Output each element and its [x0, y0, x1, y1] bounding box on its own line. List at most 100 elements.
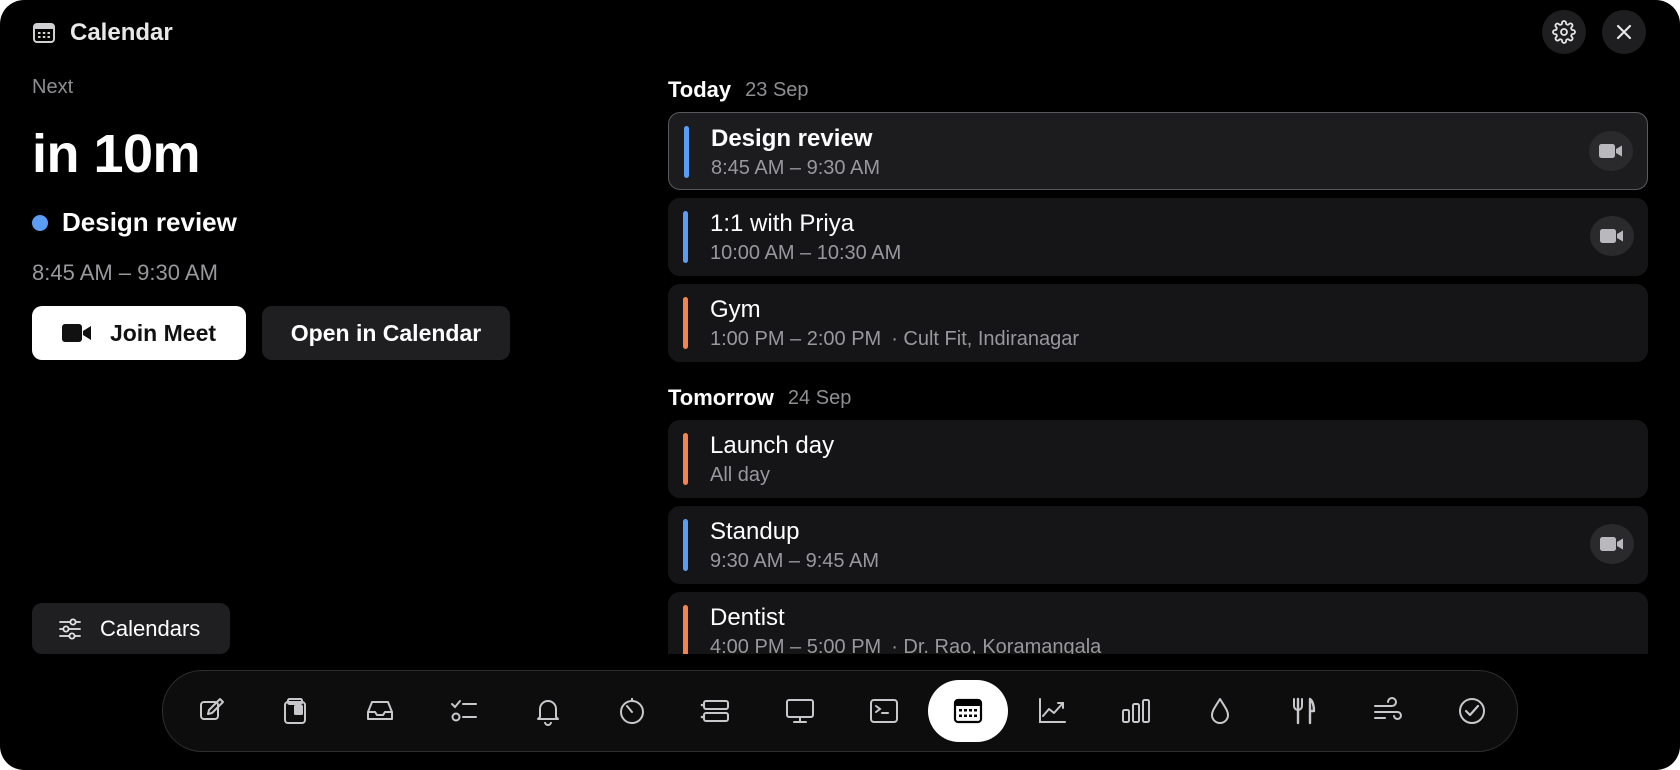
close-icon — [1614, 22, 1634, 42]
fork-knife-icon — [1288, 695, 1320, 727]
dock-item-calendar[interactable] — [928, 680, 1008, 742]
video-camera-icon — [1599, 143, 1623, 159]
join-video-button[interactable] — [1590, 524, 1634, 564]
open-in-calendar-button[interactable]: Open in Calendar — [262, 306, 510, 360]
next-event-name: Design review — [62, 207, 237, 237]
tomorrow-events: Launch day All day Standup 9:30 AM – 9:45 A… — [668, 420, 1648, 654]
event-title: Dentist — [710, 604, 785, 631]
dock-item-bar-chart[interactable] — [1096, 680, 1176, 742]
today-events: Design review 8:45 AM – 9:30 AM 1:1 with P… — [668, 112, 1648, 362]
event-color-bar — [683, 519, 688, 571]
bell-icon — [532, 695, 564, 727]
compose-icon — [196, 695, 228, 727]
next-event-panel: Next in 10m Design review 8:45 AM – 9:30… — [32, 76, 592, 360]
event-time: 9:30 AM – 9:45 AM — [710, 550, 879, 573]
countdown: in 10m — [32, 124, 201, 184]
settings-button[interactable] — [1542, 10, 1586, 54]
dock-item-check-circle[interactable] — [1432, 680, 1512, 742]
dock-item-stocks-chart[interactable] — [1012, 680, 1092, 742]
event-card[interactable]: 1:1 with Priya 10:00 AM – 10:30 AM — [668, 198, 1648, 276]
calendar-icon — [952, 695, 984, 727]
dock-item-timer[interactable] — [592, 680, 672, 742]
join-video-button[interactable] — [1590, 216, 1634, 256]
day-header-today: Today 23 Sep — [668, 76, 1648, 104]
dock-item-fork-knife[interactable] — [1264, 680, 1344, 742]
dock-item-clipboard[interactable] — [256, 680, 336, 742]
check-circle-icon — [1456, 695, 1488, 727]
inbox-icon — [364, 695, 396, 727]
day-label: Today — [668, 77, 732, 102]
event-card[interactable]: Gym 1:00 PM – 2:00 PM · Cult Fit, Indirana… — [668, 284, 1648, 362]
sliders-icon — [58, 618, 82, 640]
event-card[interactable]: Launch day All day — [668, 420, 1648, 498]
event-card[interactable]: Design review 8:45 AM – 9:30 AM — [668, 112, 1648, 190]
dock-item-water-drop[interactable] — [1180, 680, 1260, 742]
dock-item-inbox[interactable] — [340, 680, 420, 742]
timer-icon — [616, 695, 648, 727]
title-bar: Calendar — [32, 18, 173, 48]
event-time-range: 1:00 PM – 2:00 PM — [710, 328, 882, 350]
calendars-button[interactable]: Calendars — [32, 603, 230, 654]
dock-item-compose[interactable] — [172, 680, 252, 742]
close-button[interactable] — [1602, 10, 1646, 54]
event-title: Design review — [711, 125, 873, 152]
day-header-tomorrow: Tomorrow 24 Sep — [668, 384, 1648, 412]
dock-item-list[interactable] — [676, 680, 756, 742]
event-color-bar — [683, 211, 688, 263]
checklist-icon — [448, 695, 480, 727]
next-event-time: 8:45 AM – 9:30 AM — [32, 260, 218, 285]
next-event: Design review — [32, 207, 592, 238]
event-location: · Cult Fit, Indiranagar — [891, 328, 1080, 350]
video-camera-icon — [1600, 228, 1624, 244]
dock-item-checklist[interactable] — [424, 680, 504, 742]
dock-item-monitor[interactable] — [760, 680, 840, 742]
app-title: Calendar — [70, 19, 173, 46]
event-color-bar — [684, 126, 689, 178]
dock-item-wind[interactable] — [1348, 680, 1428, 742]
calendar-window: Calendar Next in 10m Design review 8:45 … — [0, 0, 1680, 770]
agenda-list[interactable]: Today 23 Sep Design review 8:45 AM – 9:30… — [668, 76, 1648, 654]
gear-icon — [1552, 20, 1576, 44]
event-location: · Dr. Rao, Koramangala — [891, 636, 1102, 654]
clipboard-icon — [280, 695, 312, 727]
event-time: 1:00 PM – 2:00 PM · Cult Fit, Indiranagar — [710, 328, 1079, 351]
calendars-label: Calendars — [100, 615, 201, 641]
video-camera-icon — [61, 323, 92, 343]
event-time-range: 9:30 AM – 9:45 AM — [710, 550, 879, 572]
event-card[interactable]: Standup 9:30 AM – 9:45 AM — [668, 506, 1648, 584]
day-date: 24 Sep — [787, 386, 852, 409]
next-event-actions: Join Meet Open in Calendar — [32, 306, 592, 360]
event-time-range: All day — [710, 464, 771, 486]
terminal-icon — [868, 695, 900, 727]
list-icon — [700, 695, 732, 727]
event-title: Launch day — [710, 432, 835, 459]
water-drop-icon — [1204, 695, 1236, 727]
calendar-icon — [32, 22, 56, 44]
event-color-bar — [683, 605, 688, 654]
join-meet-button[interactable]: Join Meet — [32, 306, 246, 360]
event-time: 4:00 PM – 5:00 PM · Dr. Rao, Koramangala — [710, 636, 1101, 654]
event-card[interactable]: Dentist 4:00 PM – 5:00 PM · Dr. Rao, Koram… — [668, 592, 1648, 654]
join-video-button[interactable] — [1589, 131, 1633, 171]
stocks-chart-icon — [1036, 695, 1068, 727]
event-time: 8:45 AM – 9:30 AM — [711, 157, 880, 180]
app-dock — [162, 670, 1518, 752]
video-camera-icon — [1600, 536, 1624, 552]
event-time-range: 10:00 AM – 10:30 AM — [710, 242, 902, 264]
event-title: 1:1 with Priya — [710, 210, 855, 237]
event-time-range: 8:45 AM – 9:30 AM — [711, 157, 880, 179]
wind-icon — [1372, 695, 1404, 727]
event-time: All day — [710, 464, 770, 487]
dock-item-terminal[interactable] — [844, 680, 924, 742]
event-color-bar — [683, 297, 688, 349]
monitor-icon — [784, 695, 816, 727]
day-label: Tomorrow — [668, 385, 774, 410]
event-time-range: 4:00 PM – 5:00 PM — [710, 636, 882, 654]
next-label: Next — [32, 76, 74, 98]
bar-chart-icon — [1120, 695, 1152, 727]
day-date: 23 Sep — [745, 78, 809, 101]
event-color-bar — [683, 433, 688, 485]
dock-item-bell[interactable] — [508, 680, 588, 742]
event-title: Gym — [710, 296, 761, 323]
join-meet-label: Join Meet — [109, 319, 217, 346]
